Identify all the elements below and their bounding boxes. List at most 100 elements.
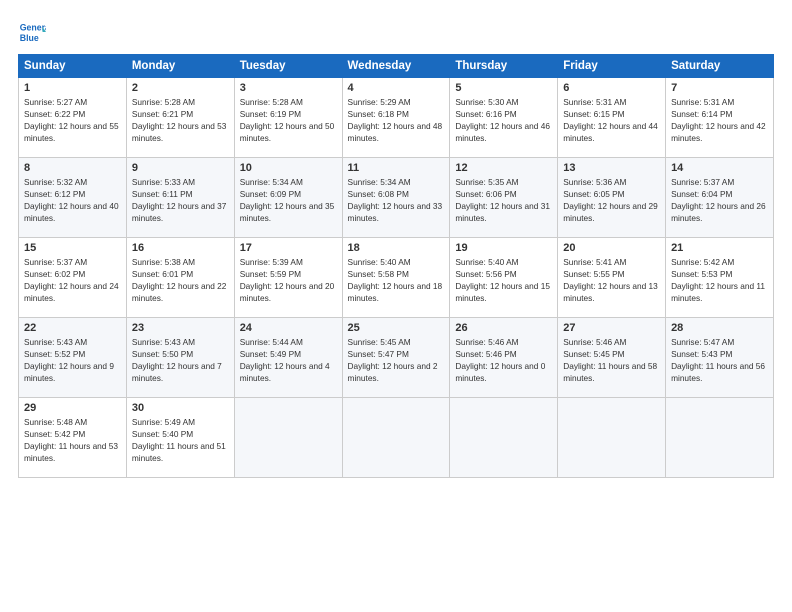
day-info: Sunrise: 5:32 AMSunset: 6:12 PMDaylight:…: [24, 176, 121, 224]
day-number: 25: [348, 322, 445, 334]
day-number: 27: [563, 322, 660, 334]
day-info: Sunrise: 5:48 AMSunset: 5:42 PMDaylight:…: [24, 416, 121, 464]
weekday-header-cell: Thursday: [450, 55, 558, 78]
day-number: 11: [348, 162, 445, 174]
calendar-day-cell: 4 Sunrise: 5:29 AMSunset: 6:18 PMDaylight…: [342, 78, 450, 158]
calendar-week-row: 1 Sunrise: 5:27 AMSunset: 6:22 PMDaylight…: [19, 78, 774, 158]
calendar-day-cell: 14 Sunrise: 5:37 AMSunset: 6:04 PMDayligh…: [666, 158, 774, 238]
weekday-header-cell: Saturday: [666, 55, 774, 78]
day-info: Sunrise: 5:43 AMSunset: 5:52 PMDaylight:…: [24, 336, 121, 384]
day-info: Sunrise: 5:44 AMSunset: 5:49 PMDaylight:…: [240, 336, 337, 384]
day-number: 20: [563, 242, 660, 254]
calendar-day-cell: [666, 398, 774, 478]
calendar-page: General Blue SundayMondayTuesdayWednesda…: [0, 0, 792, 612]
calendar-day-cell: 3 Sunrise: 5:28 AMSunset: 6:19 PMDaylight…: [234, 78, 342, 158]
day-number: 19: [455, 242, 552, 254]
day-number: 26: [455, 322, 552, 334]
day-number: 15: [24, 242, 121, 254]
svg-text:Blue: Blue: [20, 33, 39, 43]
calendar-day-cell: 29 Sunrise: 5:48 AMSunset: 5:42 PMDayligh…: [19, 398, 127, 478]
day-info: Sunrise: 5:28 AMSunset: 6:19 PMDaylight:…: [240, 96, 337, 144]
weekday-header-cell: Friday: [558, 55, 666, 78]
day-info: Sunrise: 5:42 AMSunset: 5:53 PMDaylight:…: [671, 256, 768, 304]
calendar-day-cell: 18 Sunrise: 5:40 AMSunset: 5:58 PMDayligh…: [342, 238, 450, 318]
calendar-day-cell: [450, 398, 558, 478]
weekday-header-row: SundayMondayTuesdayWednesdayThursdayFrid…: [19, 55, 774, 78]
day-number: 13: [563, 162, 660, 174]
calendar-day-cell: 9Sunrise: 5:33 AMSunset: 6:11 PMDaylight…: [126, 158, 234, 238]
day-number: 1: [24, 82, 121, 94]
header: General Blue: [18, 18, 774, 46]
day-number: 12: [455, 162, 552, 174]
day-info: Sunrise: 5:34 AMSunset: 6:08 PMDaylight:…: [348, 176, 445, 224]
day-number: 3: [240, 82, 337, 94]
calendar-day-cell: 24Sunrise: 5:44 AMSunset: 5:49 PMDayligh…: [234, 318, 342, 398]
calendar-week-row: 8 Sunrise: 5:32 AMSunset: 6:12 PMDaylight…: [19, 158, 774, 238]
calendar-day-cell: 25 Sunrise: 5:45 AMSunset: 5:47 PMDayligh…: [342, 318, 450, 398]
day-info: Sunrise: 5:41 AMSunset: 5:55 PMDaylight:…: [563, 256, 660, 304]
day-number: 30: [132, 402, 229, 414]
weekday-header-cell: Wednesday: [342, 55, 450, 78]
day-info: Sunrise: 5:29 AMSunset: 6:18 PMDaylight:…: [348, 96, 445, 144]
day-info: Sunrise: 5:38 AMSunset: 6:01 PMDaylight:…: [132, 256, 229, 304]
day-number: 10: [240, 162, 337, 174]
day-info: Sunrise: 5:31 AMSunset: 6:14 PMDaylight:…: [671, 96, 768, 144]
day-number: 2: [132, 82, 229, 94]
day-info: Sunrise: 5:49 AMSunset: 5:40 PMDaylight:…: [132, 416, 229, 464]
day-number: 5: [455, 82, 552, 94]
day-number: 8: [24, 162, 121, 174]
calendar-week-row: 22 Sunrise: 5:43 AMSunset: 5:52 PMDayligh…: [19, 318, 774, 398]
calendar-day-cell: 1 Sunrise: 5:27 AMSunset: 6:22 PMDaylight…: [19, 78, 127, 158]
weekday-header-cell: Sunday: [19, 55, 127, 78]
day-info: Sunrise: 5:40 AMSunset: 5:58 PMDaylight:…: [348, 256, 445, 304]
calendar-day-cell: [234, 398, 342, 478]
day-info: Sunrise: 5:43 AMSunset: 5:50 PMDaylight:…: [132, 336, 229, 384]
day-number: 29: [24, 402, 121, 414]
day-number: 22: [24, 322, 121, 334]
calendar-table: SundayMondayTuesdayWednesdayThursdayFrid…: [18, 54, 774, 478]
day-info: Sunrise: 5:27 AMSunset: 6:22 PMDaylight:…: [24, 96, 121, 144]
day-number: 23: [132, 322, 229, 334]
calendar-day-cell: 15 Sunrise: 5:37 AMSunset: 6:02 PMDayligh…: [19, 238, 127, 318]
calendar-day-cell: 26 Sunrise: 5:46 AMSunset: 5:46 PMDayligh…: [450, 318, 558, 398]
day-info: Sunrise: 5:37 AMSunset: 6:02 PMDaylight:…: [24, 256, 121, 304]
calendar-day-cell: 11 Sunrise: 5:34 AMSunset: 6:08 PMDayligh…: [342, 158, 450, 238]
calendar-day-cell: 19 Sunrise: 5:40 AMSunset: 5:56 PMDayligh…: [450, 238, 558, 318]
calendar-week-row: 15 Sunrise: 5:37 AMSunset: 6:02 PMDayligh…: [19, 238, 774, 318]
day-number: 7: [671, 82, 768, 94]
day-info: Sunrise: 5:34 AMSunset: 6:09 PMDaylight:…: [240, 176, 337, 224]
calendar-day-cell: 27Sunrise: 5:46 AMSunset: 5:45 PMDayligh…: [558, 318, 666, 398]
calendar-body: 1 Sunrise: 5:27 AMSunset: 6:22 PMDaylight…: [19, 78, 774, 478]
calendar-day-cell: 16 Sunrise: 5:38 AMSunset: 6:01 PMDayligh…: [126, 238, 234, 318]
day-number: 4: [348, 82, 445, 94]
calendar-day-cell: 21 Sunrise: 5:42 AMSunset: 5:53 PMDayligh…: [666, 238, 774, 318]
day-info: Sunrise: 5:30 AMSunset: 6:16 PMDaylight:…: [455, 96, 552, 144]
calendar-day-cell: [558, 398, 666, 478]
calendar-day-cell: 7 Sunrise: 5:31 AMSunset: 6:14 PMDaylight…: [666, 78, 774, 158]
day-info: Sunrise: 5:46 AMSunset: 5:46 PMDaylight:…: [455, 336, 552, 384]
day-info: Sunrise: 5:33 AMSunset: 6:11 PMDaylight:…: [132, 176, 229, 224]
weekday-header-cell: Tuesday: [234, 55, 342, 78]
day-info: Sunrise: 5:31 AMSunset: 6:15 PMDaylight:…: [563, 96, 660, 144]
day-number: 18: [348, 242, 445, 254]
weekday-header-cell: Monday: [126, 55, 234, 78]
day-number: 16: [132, 242, 229, 254]
day-number: 21: [671, 242, 768, 254]
day-info: Sunrise: 5:36 AMSunset: 6:05 PMDaylight:…: [563, 176, 660, 224]
day-number: 14: [671, 162, 768, 174]
logo-icon: General Blue: [18, 18, 46, 46]
calendar-day-cell: 28Sunrise: 5:47 AMSunset: 5:43 PMDayligh…: [666, 318, 774, 398]
calendar-day-cell: 17Sunrise: 5:39 AMSunset: 5:59 PMDayligh…: [234, 238, 342, 318]
day-info: Sunrise: 5:45 AMSunset: 5:47 PMDaylight:…: [348, 336, 445, 384]
day-info: Sunrise: 5:37 AMSunset: 6:04 PMDaylight:…: [671, 176, 768, 224]
calendar-week-row: 29 Sunrise: 5:48 AMSunset: 5:42 PMDayligh…: [19, 398, 774, 478]
day-info: Sunrise: 5:40 AMSunset: 5:56 PMDaylight:…: [455, 256, 552, 304]
calendar-day-cell: 5 Sunrise: 5:30 AMSunset: 6:16 PMDaylight…: [450, 78, 558, 158]
calendar-day-cell: 20 Sunrise: 5:41 AMSunset: 5:55 PMDayligh…: [558, 238, 666, 318]
day-info: Sunrise: 5:47 AMSunset: 5:43 PMDaylight:…: [671, 336, 768, 384]
day-info: Sunrise: 5:39 AMSunset: 5:59 PMDaylight:…: [240, 256, 337, 304]
calendar-day-cell: 22 Sunrise: 5:43 AMSunset: 5:52 PMDayligh…: [19, 318, 127, 398]
calendar-day-cell: 6Sunrise: 5:31 AMSunset: 6:15 PMDaylight…: [558, 78, 666, 158]
day-info: Sunrise: 5:35 AMSunset: 6:06 PMDaylight:…: [455, 176, 552, 224]
calendar-day-cell: 30 Sunrise: 5:49 AMSunset: 5:40 PMDayligh…: [126, 398, 234, 478]
